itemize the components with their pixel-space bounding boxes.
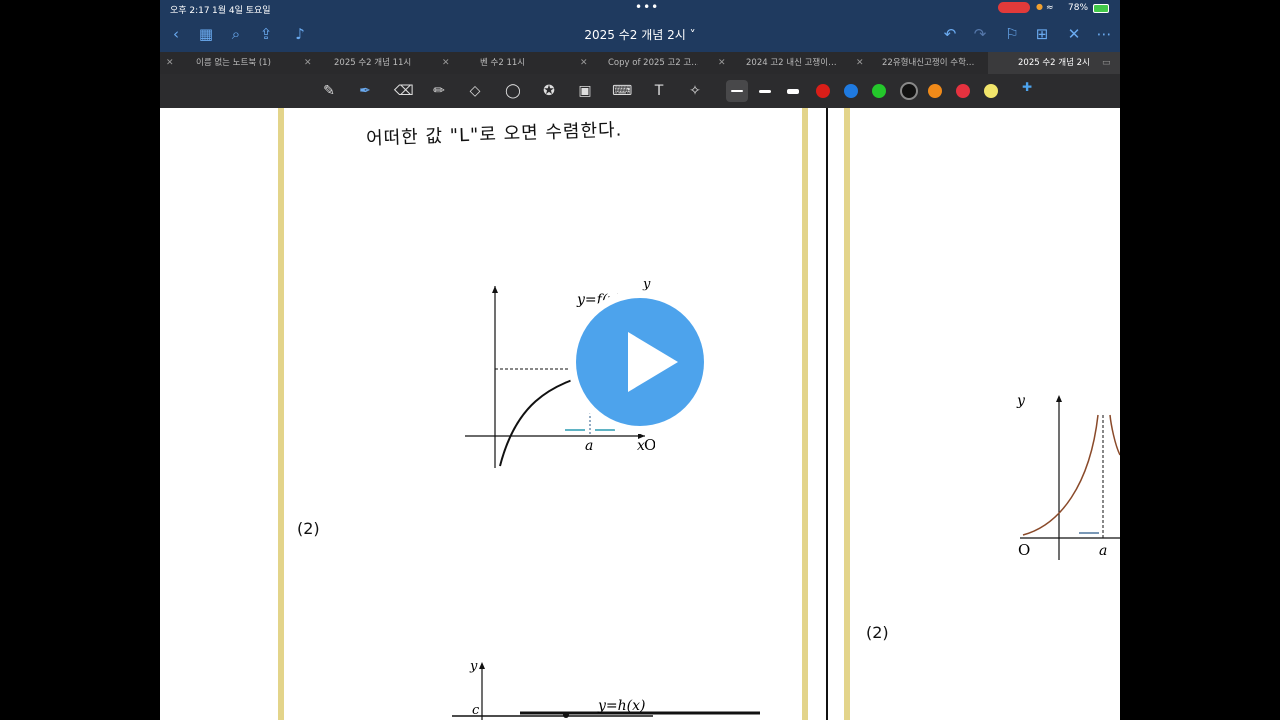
wifi-icon: ≈ <box>1046 3 1054 13</box>
color-swatch-black-selected[interactable] <box>900 82 918 100</box>
laser-pointer-icon[interactable]: ✧ <box>686 82 704 100</box>
video-play-button[interactable] <box>568 290 712 434</box>
sticker-tool-icon[interactable]: ✪ <box>540 82 558 100</box>
origin-label: O <box>1018 541 1030 559</box>
handwritten-note: 어떠한 값 "L"로 오면 수렴한다. <box>365 119 623 150</box>
tab-label: 2025 수2 개념 11시 <box>334 58 412 68</box>
color-swatch-green[interactable] <box>872 84 886 98</box>
battery-label: 78% <box>1068 3 1089 13</box>
point-label-a: a <box>1099 543 1107 559</box>
close-tab-icon[interactable]: ✕ <box>718 52 726 74</box>
handwriting-tool-icon[interactable]: ✎ <box>320 82 338 100</box>
right-graph: y O a <box>1016 393 1120 560</box>
axis-label-y: y <box>469 659 478 674</box>
point-marker <box>563 712 569 718</box>
add-page-icon[interactable]: ⊞ <box>1032 24 1052 44</box>
play-icon <box>628 332 678 392</box>
tab-item-active[interactable]: 2025 수2 개념 2시 ▭ <box>988 52 1120 74</box>
function-label: y=h(x) <box>597 698 645 714</box>
close-tab-icon[interactable]: ✕ <box>856 52 864 74</box>
tab-item[interactable]: ✕ 벤 수2 11시 <box>436 52 576 74</box>
tab-label: Copy of 2025 고2 고… <box>608 58 698 68</box>
left-branch-curve <box>1022 414 1099 536</box>
eraser-tool-icon[interactable]: ⌫ <box>394 82 414 100</box>
next-page-margin <box>844 108 850 720</box>
right-branch-curve <box>1109 414 1120 456</box>
status-date: 1월 4일 토요일 <box>212 6 271 16</box>
tab-item[interactable]: ✕ 2024 고2 내신 고쟁이… <box>712 52 852 74</box>
pen-tool-icon[interactable]: ✒ <box>356 82 374 100</box>
point-label-a: a <box>585 438 593 454</box>
second-graph: y c y=h(x) <box>452 659 760 720</box>
tab-switcher-icon[interactable]: ▭ <box>1102 52 1111 74</box>
tab-item[interactable]: ✕ 2025 수2 개념 11시 <box>298 52 438 74</box>
color-swatch-red[interactable] <box>816 84 830 98</box>
screen-record-icon[interactable] <box>998 2 1030 13</box>
color-swatch-blue[interactable] <box>844 84 858 98</box>
close-tab-icon[interactable]: ✕ <box>166 52 174 74</box>
axis-label-c: c <box>472 703 480 718</box>
right-section-label: (2) <box>866 623 889 642</box>
y-axis-arrow <box>479 662 485 669</box>
page-margin-left <box>278 108 284 720</box>
axis-label-x: x <box>637 438 645 454</box>
add-color-icon[interactable]: ✚ <box>1018 78 1036 96</box>
color-swatch-crimson[interactable] <box>956 84 970 98</box>
status-time: 오후 2:17 <box>170 6 210 16</box>
more-icon[interactable]: ⋯ <box>1094 24 1114 44</box>
tab-label: 22유형내신고쟁이 수학… <box>882 58 975 68</box>
image-tool-icon[interactable]: ▣ <box>576 82 594 100</box>
thin-line-option[interactable] <box>726 80 748 102</box>
text-tool-icon[interactable]: T <box>650 82 668 100</box>
tab-item[interactable]: ✕ 이름 없는 노트북 (1) <box>160 52 300 74</box>
lasso-tool-icon[interactable]: ◯ <box>504 82 522 100</box>
color-swatch-yellow[interactable] <box>984 84 998 98</box>
close-tab-icon[interactable]: ✕ <box>304 52 312 74</box>
close-tab-icon[interactable]: ✕ <box>580 52 588 74</box>
highlighter-tool-icon[interactable]: ✏ <box>430 82 448 100</box>
top-bar: 오후 2:17 1월 4일 토요일 ••• ● ≈ 78% ‹ ▦ ⌕ ⇪ ♪ … <box>160 0 1120 52</box>
tab-label: 2024 고2 내신 고쟁이… <box>746 58 837 68</box>
tab-label: 이름 없는 노트북 (1) <box>196 58 271 68</box>
redo-icon[interactable]: ↷ <box>970 24 990 44</box>
section-label: (2) <box>297 519 320 538</box>
keyboard-tool-icon[interactable]: ⌨ <box>612 82 632 100</box>
y-axis-arrow <box>1056 395 1062 402</box>
camera-indicator-icon: ● <box>1036 2 1043 11</box>
page-divider <box>826 108 828 720</box>
origin-label: O <box>644 436 655 454</box>
undo-icon[interactable]: ↶ <box>940 24 960 44</box>
tab-item[interactable]: ✕ Copy of 2025 고2 고… <box>574 52 714 74</box>
close-tab-icon[interactable]: ✕ <box>442 52 450 74</box>
battery-icon <box>1093 4 1109 13</box>
tab-label: 2025 수2 개념 2시 <box>1018 58 1090 68</box>
axis-label-y: y <box>1016 393 1026 409</box>
drawing-toolbar: ✎ ✒ ⌫ ✏ ◇ ◯ ✪ ▣ ⌨ T ✧ ✚ <box>160 74 1120 108</box>
medium-line-option[interactable] <box>754 80 776 102</box>
tab-item[interactable]: ✕ 22유형내신고쟁이 수학… <box>850 52 990 74</box>
shapes-tool-icon[interactable]: ◇ <box>466 82 484 100</box>
thick-line-option[interactable] <box>782 80 804 102</box>
tab-bar: ✕ 이름 없는 노트북 (1) ✕ 2025 수2 개념 11시 ✕ 벤 수2 … <box>160 52 1120 74</box>
bookmark-icon[interactable]: ⚐ <box>1002 24 1022 44</box>
close-icon[interactable]: ✕ <box>1064 24 1084 44</box>
y-axis-arrow <box>492 286 498 293</box>
play-button-circle <box>576 298 704 426</box>
page-margin-right <box>802 108 808 720</box>
color-swatch-orange[interactable] <box>928 84 942 98</box>
multitask-dots-icon[interactable]: ••• <box>635 0 659 14</box>
ipad-screen: 오후 2:17 1월 4일 토요일 ••• ● ≈ 78% ‹ ▦ ⌕ ⇪ ♪ … <box>160 0 1120 720</box>
